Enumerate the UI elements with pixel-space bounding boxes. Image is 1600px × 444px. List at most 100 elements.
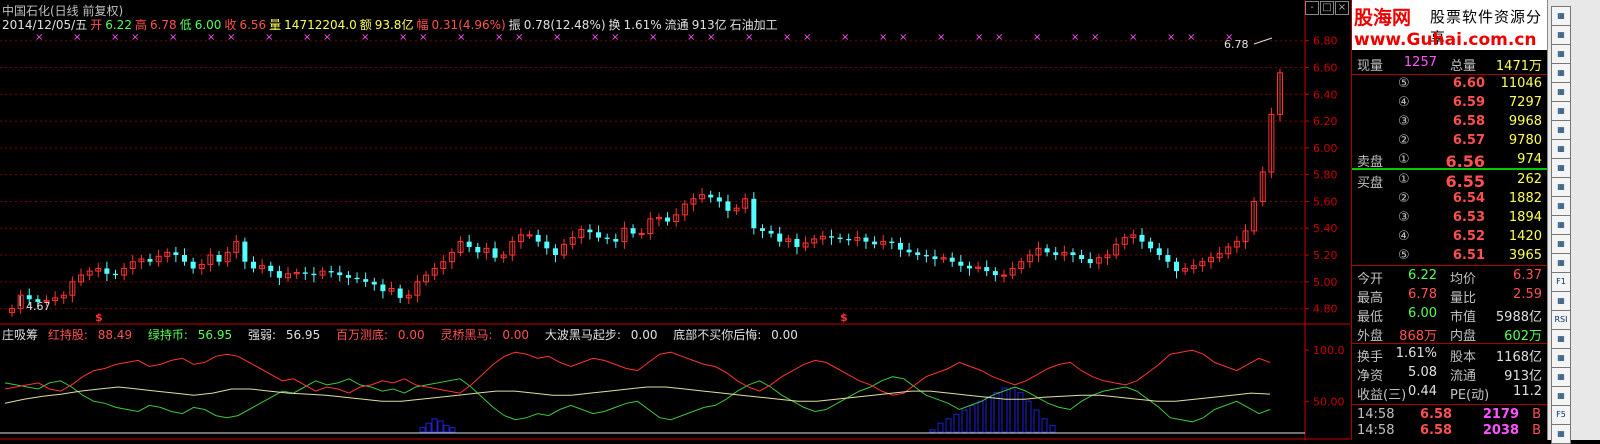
total-vol-value: 1471万 [1495,59,1542,74]
candle-body [268,265,274,272]
level-price: 6.53 [1452,210,1485,225]
bid-level[interactable]: ④ 6.52 1420 [1352,228,1547,247]
tool-icon[interactable]: ▦ [1551,348,1571,368]
volume-row: 现量 1257 总量 1471万 [1352,54,1547,74]
candle-body [492,248,498,258]
fund-value: 913亿 [1504,369,1542,384]
stat-label: 最高 [1357,291,1384,306]
signal-mark: × [323,32,331,43]
tick-row: 14:58 6.58 2038 B [1352,422,1547,441]
maximize-icon[interactable]: □ [1320,1,1334,15]
tool-icon[interactable]: ▦ [1551,158,1571,178]
candle-body [630,228,636,234]
price-tick-label: 5.00 [1313,276,1338,289]
signal-mark: × [879,32,887,43]
signal-mark: × [707,32,715,43]
low-annotation: 4.67 [26,300,51,313]
ask-level[interactable]: ⑤ 6.60 11046 [1352,75,1547,94]
price-tick-label: 6.00 [1313,142,1338,155]
float-label: 流通 [664,18,689,32]
red-hold-label: 红持股: [47,328,88,342]
level-index: ⑤ [1398,76,1410,91]
now-vol-label: 现量 [1357,59,1384,74]
tool-icon[interactable]: ▦ [1551,139,1571,159]
ask-level[interactable]: ③ 6.58 9968 [1352,113,1547,132]
volume-bar [1049,424,1056,433]
close-icon[interactable]: × [1335,1,1349,15]
brand-banner[interactable]: 股海网 股票软件资源分享 www.Guhai.com.cn [1352,0,1547,50]
candle-body [906,249,912,253]
signal-mark: × [495,32,503,43]
strength: 强弱: 56.95 [248,328,326,342]
stat-label: 内盘 [1450,329,1477,344]
bottom-regret-label: 底部不买你后悔: [673,328,762,342]
tool-icon[interactable]: ▦ [1551,424,1571,444]
tool-icon[interactable]: ▦ [1551,329,1571,349]
level-qty: 9968 [1508,114,1542,129]
candle-body [302,272,308,274]
candle-body [716,197,722,202]
tool-icon[interactable]: ▦ [1551,253,1571,273]
candle-body [242,241,248,262]
tool-icon[interactable]: ▦ [1551,120,1571,140]
signal-dollar: $ [840,311,848,324]
ask-level[interactable]: ④ 6.59 7297 [1352,94,1547,113]
signal-mark: × [35,32,43,43]
fund-value: 1.61% [1395,346,1437,361]
tool-icon[interactable]: ▦ [1551,25,1571,45]
bid-level[interactable]: ③ 6.53 1894 [1352,209,1547,228]
tool-button-rsi[interactable]: RSI [1551,310,1571,330]
tool-button-f5[interactable]: F5 [1551,405,1571,425]
stat-value: 6.22 [1408,268,1437,283]
tool-icon[interactable]: ▦ [1551,63,1571,83]
million-bottom-label: 百万测底: [336,328,389,342]
minimize-icon[interactable]: - [1305,1,1319,15]
signal-mark: × [457,32,465,43]
bid-level[interactable]: ② 6.54 1882 [1352,190,1547,209]
candle-body [535,234,541,242]
tool-icon[interactable]: ▦ [1551,6,1571,26]
tool-icon[interactable]: ▦ [1551,234,1571,254]
candle-body [958,261,964,266]
bid-level[interactable]: ① 6.55 262 [1352,171,1547,191]
candle-body [759,228,765,231]
tool-icon[interactable]: ▦ [1551,177,1571,197]
candle-body [1053,252,1059,256]
volume-bar [1041,418,1048,433]
volume-bar [929,429,936,433]
indicator-tick-label: 50.00 [1313,395,1345,408]
candlestick-chart[interactable]: 6.80 6.60 6.40 6.20 6.00 5.80 5.60 5.40 5.20 5.00… [0,0,1350,440]
tool-icon[interactable]: ▦ [1551,196,1571,216]
tool-button-f1[interactable]: F1 [1551,272,1571,292]
signal-mark: × [111,32,119,43]
candle-body [276,271,282,278]
candle-body [26,295,32,300]
stat-label: 均价 [1450,272,1477,287]
tool-icon[interactable]: ▦ [1551,101,1571,121]
volume-bar [937,422,944,433]
tool-icon[interactable]: ▦ [1551,82,1571,102]
tool-icon[interactable]: ▦ [1551,367,1571,387]
volume-bar [449,427,456,433]
level-qty: 1882 [1508,191,1542,206]
tool-icon[interactable]: ▦ [1551,44,1571,64]
fundamental-row: 净资 5.08 流通 913亿 [1352,364,1547,384]
volume-bar [961,409,968,433]
chart-area[interactable]: 6.80 6.60 6.40 6.20 6.00 5.80 5.60 5.40 5.20 5.00… [0,0,1350,440]
ask-level[interactable]: ② 6.57 9780 [1352,132,1547,151]
level-index: ⑤ [1398,248,1410,263]
amp-label: 振 [508,18,521,32]
tool-icon[interactable]: ▦ [1551,291,1571,311]
tool-icon[interactable]: ▦ [1551,386,1571,406]
bid-level[interactable]: ⑤ 6.51 3965 [1352,247,1547,266]
candle-body [863,237,869,242]
signal-mark: × [841,32,849,43]
fundamental-row: 收益(三) 0.44 PE(动) 11.2 [1352,383,1547,403]
tool-icon[interactable]: ▦ [1551,215,1571,235]
open-label: 开 [90,18,103,32]
chg-label: 幅 [416,18,429,32]
volume-bar [431,418,438,433]
tick-price: 6.58 [1420,407,1453,422]
candle-body [251,261,257,269]
low-label: 低 [179,18,192,32]
